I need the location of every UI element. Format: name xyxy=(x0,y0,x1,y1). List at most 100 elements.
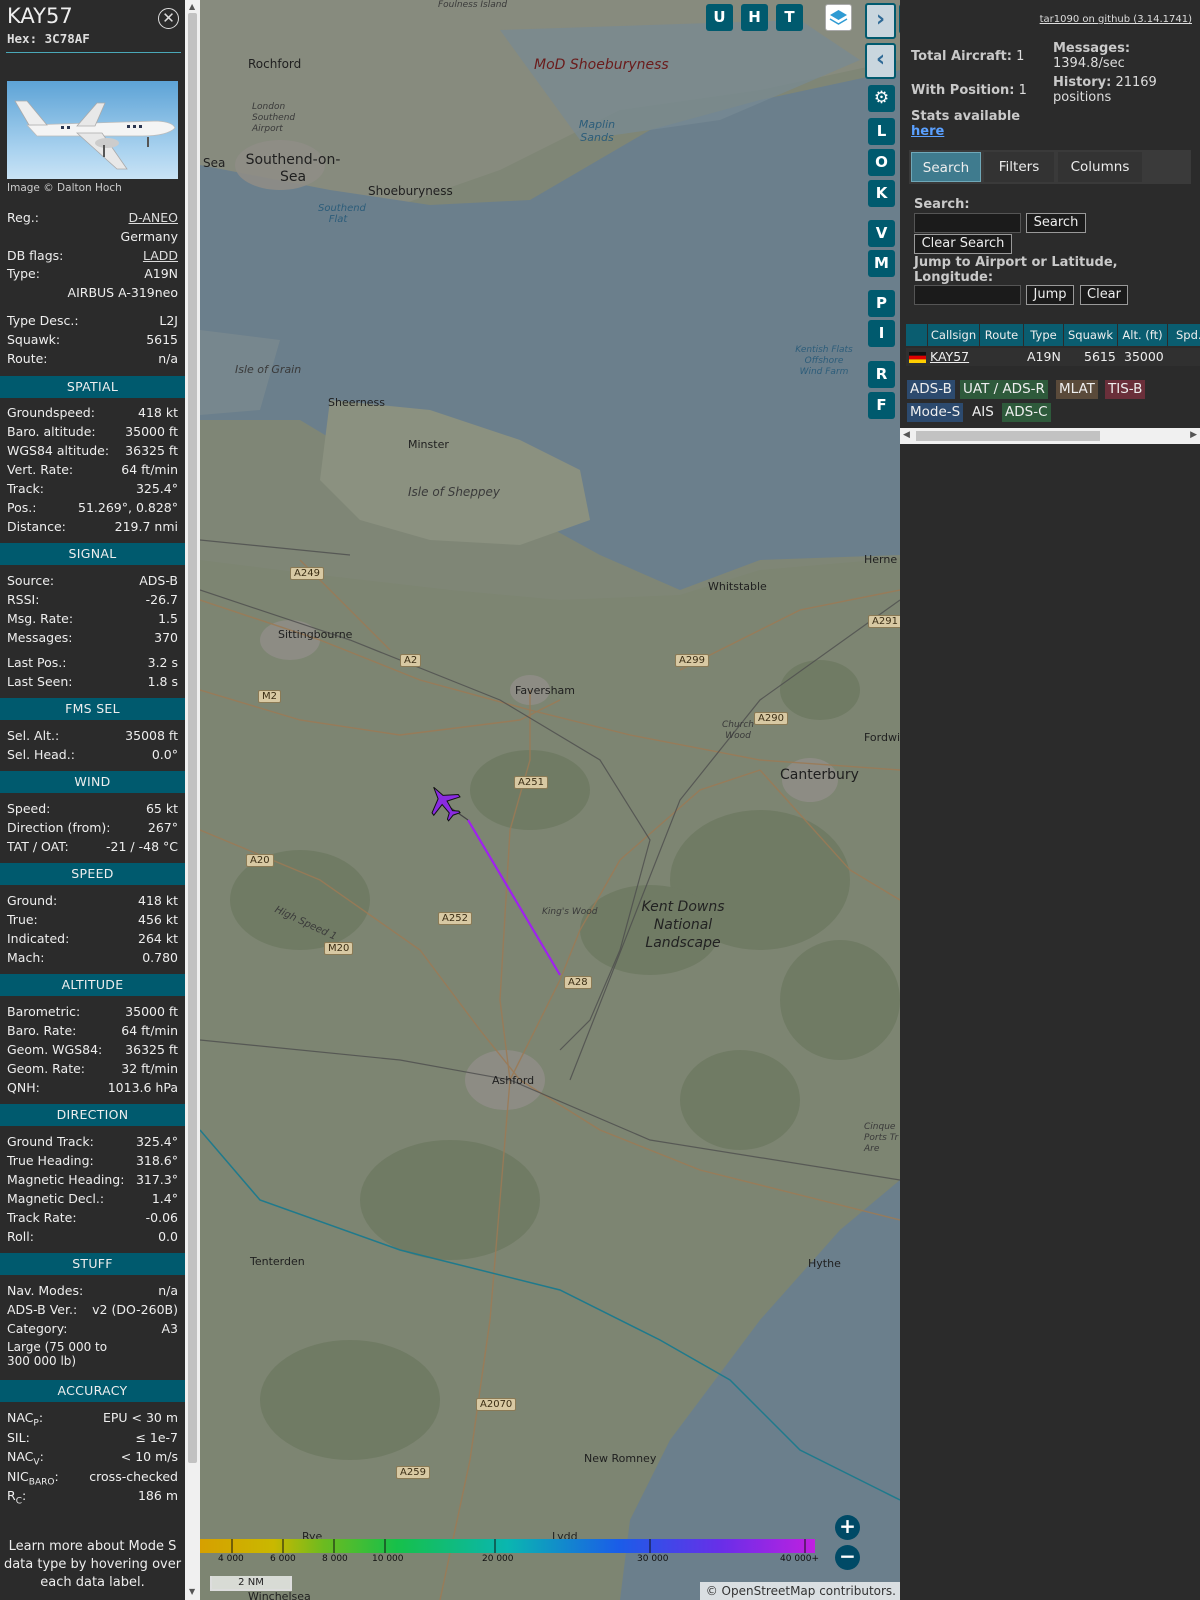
info-label[interactable]: Geom. WGS84: xyxy=(7,1042,102,1057)
info-label[interactable]: Magnetic Decl.: xyxy=(7,1191,104,1206)
section-signal[interactable]: SIGNAL xyxy=(0,543,185,565)
table-horizontal-scrollbar[interactable]: ◀ ▶ xyxy=(900,428,1200,444)
column-header-callsign[interactable]: Callsign xyxy=(928,324,980,346)
button-o[interactable]: O xyxy=(868,149,895,176)
clear-search-button[interactable]: Clear Search xyxy=(914,234,1012,254)
column-header-altitude[interactable]: Alt. (ft) xyxy=(1118,324,1168,346)
zoom-out-icon[interactable]: − xyxy=(835,1545,860,1570)
jump-input[interactable] xyxy=(914,285,1021,305)
close-icon[interactable]: ✕ xyxy=(158,8,179,29)
row-callsign[interactable]: KAY57 xyxy=(930,348,969,366)
section-direction[interactable]: DIRECTION xyxy=(0,1104,185,1126)
column-header-flag[interactable] xyxy=(906,324,928,346)
info-label[interactable]: Squawk: xyxy=(7,332,60,347)
scroll-down-icon[interactable]: ▼ xyxy=(189,1587,195,1596)
info-label[interactable]: Track Rate: xyxy=(7,1210,77,1225)
info-label[interactable]: TAT / OAT: xyxy=(7,839,69,854)
source-badge-tisb[interactable]: TIS-B xyxy=(1105,380,1146,399)
tab-columns[interactable]: Columns xyxy=(1058,152,1142,182)
section-speed[interactable]: SPEED xyxy=(0,863,185,885)
info-label[interactable]: Geom. Rate: xyxy=(7,1061,85,1076)
info-label[interactable]: Category: xyxy=(7,1321,67,1336)
button-p[interactable]: P xyxy=(868,290,895,317)
horizontal-scrollbar-thumb[interactable] xyxy=(916,431,1100,441)
info-label[interactable]: Ground: xyxy=(7,893,57,908)
info-label[interactable]: SIL: xyxy=(7,1430,30,1449)
button-r[interactable]: R xyxy=(868,361,895,388)
tab-filters[interactable]: Filters xyxy=(984,152,1054,182)
section-fms[interactable]: FMS SEL xyxy=(0,698,185,720)
info-label[interactable]: Last Pos.: xyxy=(7,655,66,670)
info-label[interactable]: Sel. Alt.: xyxy=(7,728,59,743)
info-label[interactable]: Vert. Rate: xyxy=(7,462,73,477)
info-label[interactable]: WGS84 altitude: xyxy=(7,443,109,458)
collapse-left-icon[interactable]: ‹ xyxy=(865,43,896,79)
info-label[interactable]: QNH: xyxy=(7,1080,40,1095)
info-label[interactable]: Type Desc.: xyxy=(7,313,79,328)
button-v[interactable]: V xyxy=(868,220,895,247)
info-label[interactable]: Distance: xyxy=(7,519,66,534)
info-label[interactable]: Indicated: xyxy=(7,931,69,946)
info-label[interactable]: Direction (from): xyxy=(7,820,111,835)
section-stuff[interactable]: STUFF xyxy=(0,1253,185,1275)
info-value[interactable]: LADD xyxy=(143,248,178,263)
info-label[interactable]: Baro. Rate: xyxy=(7,1023,76,1038)
layers-icon[interactable] xyxy=(825,4,852,31)
map[interactable]: Rochford London Southend Airport Southen… xyxy=(200,0,900,1600)
info-label[interactable]: Source: xyxy=(7,573,54,588)
info-label[interactable]: Reg.: xyxy=(7,210,39,225)
search-button[interactable]: Search xyxy=(1026,213,1086,233)
scroll-left-icon[interactable]: ◀ xyxy=(903,430,910,440)
info-label[interactable]: Msg. Rate: xyxy=(7,611,73,626)
info-label[interactable]: NACP: xyxy=(7,1410,43,1429)
search-input[interactable] xyxy=(914,213,1021,233)
zoom-in-icon[interactable]: + xyxy=(835,1515,860,1540)
button-h[interactable]: H xyxy=(741,4,768,31)
section-spatial[interactable]: SPATIAL xyxy=(0,376,185,398)
info-label[interactable]: NACV: xyxy=(7,1449,44,1468)
button-f[interactable]: F xyxy=(868,392,895,419)
info-label[interactable]: ADS-B Ver.: xyxy=(7,1302,77,1317)
info-label[interactable]: Ground Track: xyxy=(7,1134,94,1149)
source-badge-uat[interactable]: UAT / ADS-R xyxy=(960,380,1048,399)
source-badge-modes[interactable]: Mode-S xyxy=(907,403,964,422)
info-label[interactable]: Magnetic Heading: xyxy=(7,1172,124,1187)
scroll-up-icon[interactable]: ▲ xyxy=(189,2,195,11)
info-label[interactable]: NICBARO: xyxy=(7,1469,59,1488)
info-label[interactable]: Track: xyxy=(7,481,44,496)
aircraft-photo[interactable] xyxy=(7,81,178,179)
info-label[interactable]: Mach: xyxy=(7,950,44,965)
source-badge-adsc[interactable]: ADS-C xyxy=(1002,403,1051,422)
info-label[interactable]: Speed: xyxy=(7,801,50,816)
stats-link[interactable]: here xyxy=(911,124,944,139)
button-l[interactable]: L xyxy=(868,118,895,145)
scrollbar-thumb[interactable] xyxy=(188,13,197,1463)
section-wind[interactable]: WIND xyxy=(0,771,185,793)
column-header-speed[interactable]: Spd. xyxy=(1168,324,1200,346)
expand-right-icon[interactable]: › xyxy=(865,3,896,39)
tab-search[interactable]: Search xyxy=(911,152,981,182)
button-i[interactable]: I xyxy=(868,320,895,347)
info-label[interactable]: Pos.: xyxy=(7,500,36,515)
info-label[interactable]: Baro. altitude: xyxy=(7,424,96,439)
settings-gear-icon[interactable]: ⚙ xyxy=(868,85,895,112)
toggle-sidebar-icon[interactable]: ◂▸ xyxy=(899,4,900,34)
button-m[interactable]: M xyxy=(868,250,895,277)
info-label[interactable]: Messages: xyxy=(7,630,73,645)
info-label[interactable]: Barometric: xyxy=(7,1004,80,1019)
source-badge-adsb[interactable]: ADS-B xyxy=(907,380,955,399)
info-value[interactable]: D-ANEO xyxy=(129,210,179,225)
info-label[interactable]: Last Seen: xyxy=(7,674,72,689)
info-label[interactable]: RSSI: xyxy=(7,592,39,607)
column-header-squawk[interactable]: Squawk xyxy=(1064,324,1118,346)
info-label[interactable]: Nav. Modes: xyxy=(7,1283,83,1298)
jump-button[interactable]: Jump xyxy=(1026,285,1074,305)
info-label[interactable]: True: xyxy=(7,912,38,927)
button-k[interactable]: K xyxy=(868,180,895,207)
info-label[interactable]: Type: xyxy=(7,266,40,281)
source-badge-mlat[interactable]: MLAT xyxy=(1056,380,1098,399)
source-badge-ais[interactable]: AIS xyxy=(969,403,997,422)
info-label[interactable]: Route: xyxy=(7,351,48,366)
button-t[interactable]: T xyxy=(776,4,803,31)
column-header-route[interactable]: Route xyxy=(980,324,1024,346)
